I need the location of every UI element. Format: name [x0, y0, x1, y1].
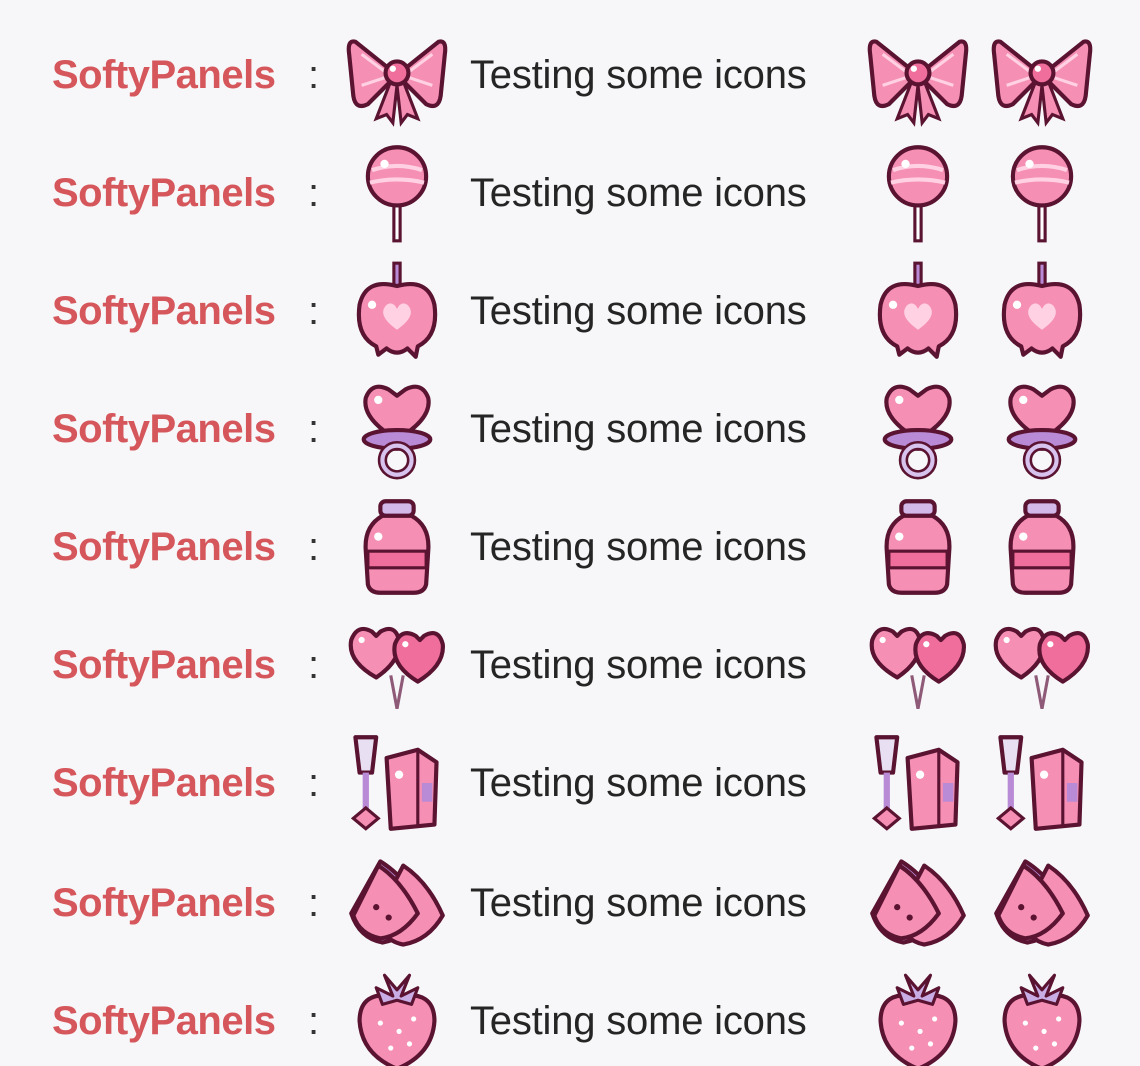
separator: : — [308, 525, 320, 569]
username[interactable]: SoftyPanels — [52, 527, 276, 567]
milk-bottle-icon — [866, 495, 970, 599]
chat-message: SoftyPanels : Testing some icons — [0, 252, 1140, 370]
message-text: Testing some icons — [470, 881, 807, 925]
heart-balloons-icon — [345, 613, 449, 717]
chat-message: SoftyPanels : Testing some icons — [0, 724, 1140, 842]
username[interactable]: SoftyPanels — [52, 409, 276, 449]
bow-icon — [345, 23, 449, 127]
username[interactable]: SoftyPanels — [52, 55, 276, 95]
message-text: Testing some icons — [470, 53, 807, 97]
watermelon-icon — [866, 851, 970, 955]
watermelon-icon — [990, 851, 1094, 955]
strawberry-icon — [866, 969, 970, 1066]
bow-icon — [990, 23, 1094, 127]
chat-message: SoftyPanels : Testing some icons — [0, 16, 1140, 134]
separator: : — [308, 881, 320, 925]
separator: : — [308, 407, 320, 451]
separator: : — [308, 289, 320, 333]
pacifier-icon — [345, 377, 449, 481]
lollipop-icon — [866, 141, 970, 245]
pacifier-icon — [990, 377, 1094, 481]
milk-bottle-icon — [990, 495, 1094, 599]
chat-message: SoftyPanels : Testing some icons — [0, 488, 1140, 606]
message-text: Testing some icons — [470, 525, 807, 569]
message-text: Testing some icons — [470, 171, 807, 215]
username[interactable]: SoftyPanels — [52, 291, 276, 331]
heart-balloons-icon — [866, 613, 970, 717]
lollipop-icon — [345, 141, 449, 245]
separator: : — [308, 643, 320, 687]
message-text: Testing some icons — [470, 761, 807, 805]
separator: : — [308, 761, 320, 805]
juice-box-icon — [345, 731, 449, 835]
separator: : — [308, 171, 320, 215]
strawberry-icon — [345, 969, 449, 1066]
candy-apple-icon — [990, 259, 1094, 363]
username[interactable]: SoftyPanels — [52, 645, 276, 685]
username[interactable]: SoftyPanels — [52, 1001, 276, 1041]
chat-message: SoftyPanels : Testing some icons — [0, 962, 1140, 1066]
milk-bottle-icon — [345, 495, 449, 599]
chat-log: SoftyPanels : Testing some icons SoftyPa… — [0, 0, 1140, 1066]
message-text: Testing some icons — [470, 999, 807, 1043]
message-text: Testing some icons — [470, 289, 807, 333]
watermelon-icon — [345, 851, 449, 955]
pacifier-icon — [866, 377, 970, 481]
message-text: Testing some icons — [470, 407, 807, 451]
username[interactable]: SoftyPanels — [52, 883, 276, 923]
message-text: Testing some icons — [470, 643, 807, 687]
juice-box-icon — [990, 731, 1094, 835]
bow-icon — [866, 23, 970, 127]
separator: : — [308, 53, 320, 97]
chat-message: SoftyPanels : Testing some icons — [0, 844, 1140, 962]
lollipop-icon — [990, 141, 1094, 245]
heart-balloons-icon — [990, 613, 1094, 717]
juice-box-icon — [866, 731, 970, 835]
chat-message: SoftyPanels : Testing some icons — [0, 370, 1140, 488]
username[interactable]: SoftyPanels — [52, 173, 276, 213]
candy-apple-icon — [866, 259, 970, 363]
chat-message: SoftyPanels : Testing some icons — [0, 606, 1140, 724]
strawberry-icon — [990, 969, 1094, 1066]
username[interactable]: SoftyPanels — [52, 763, 276, 803]
candy-apple-icon — [345, 259, 449, 363]
separator: : — [308, 999, 320, 1043]
chat-message: SoftyPanels : Testing some icons — [0, 134, 1140, 252]
